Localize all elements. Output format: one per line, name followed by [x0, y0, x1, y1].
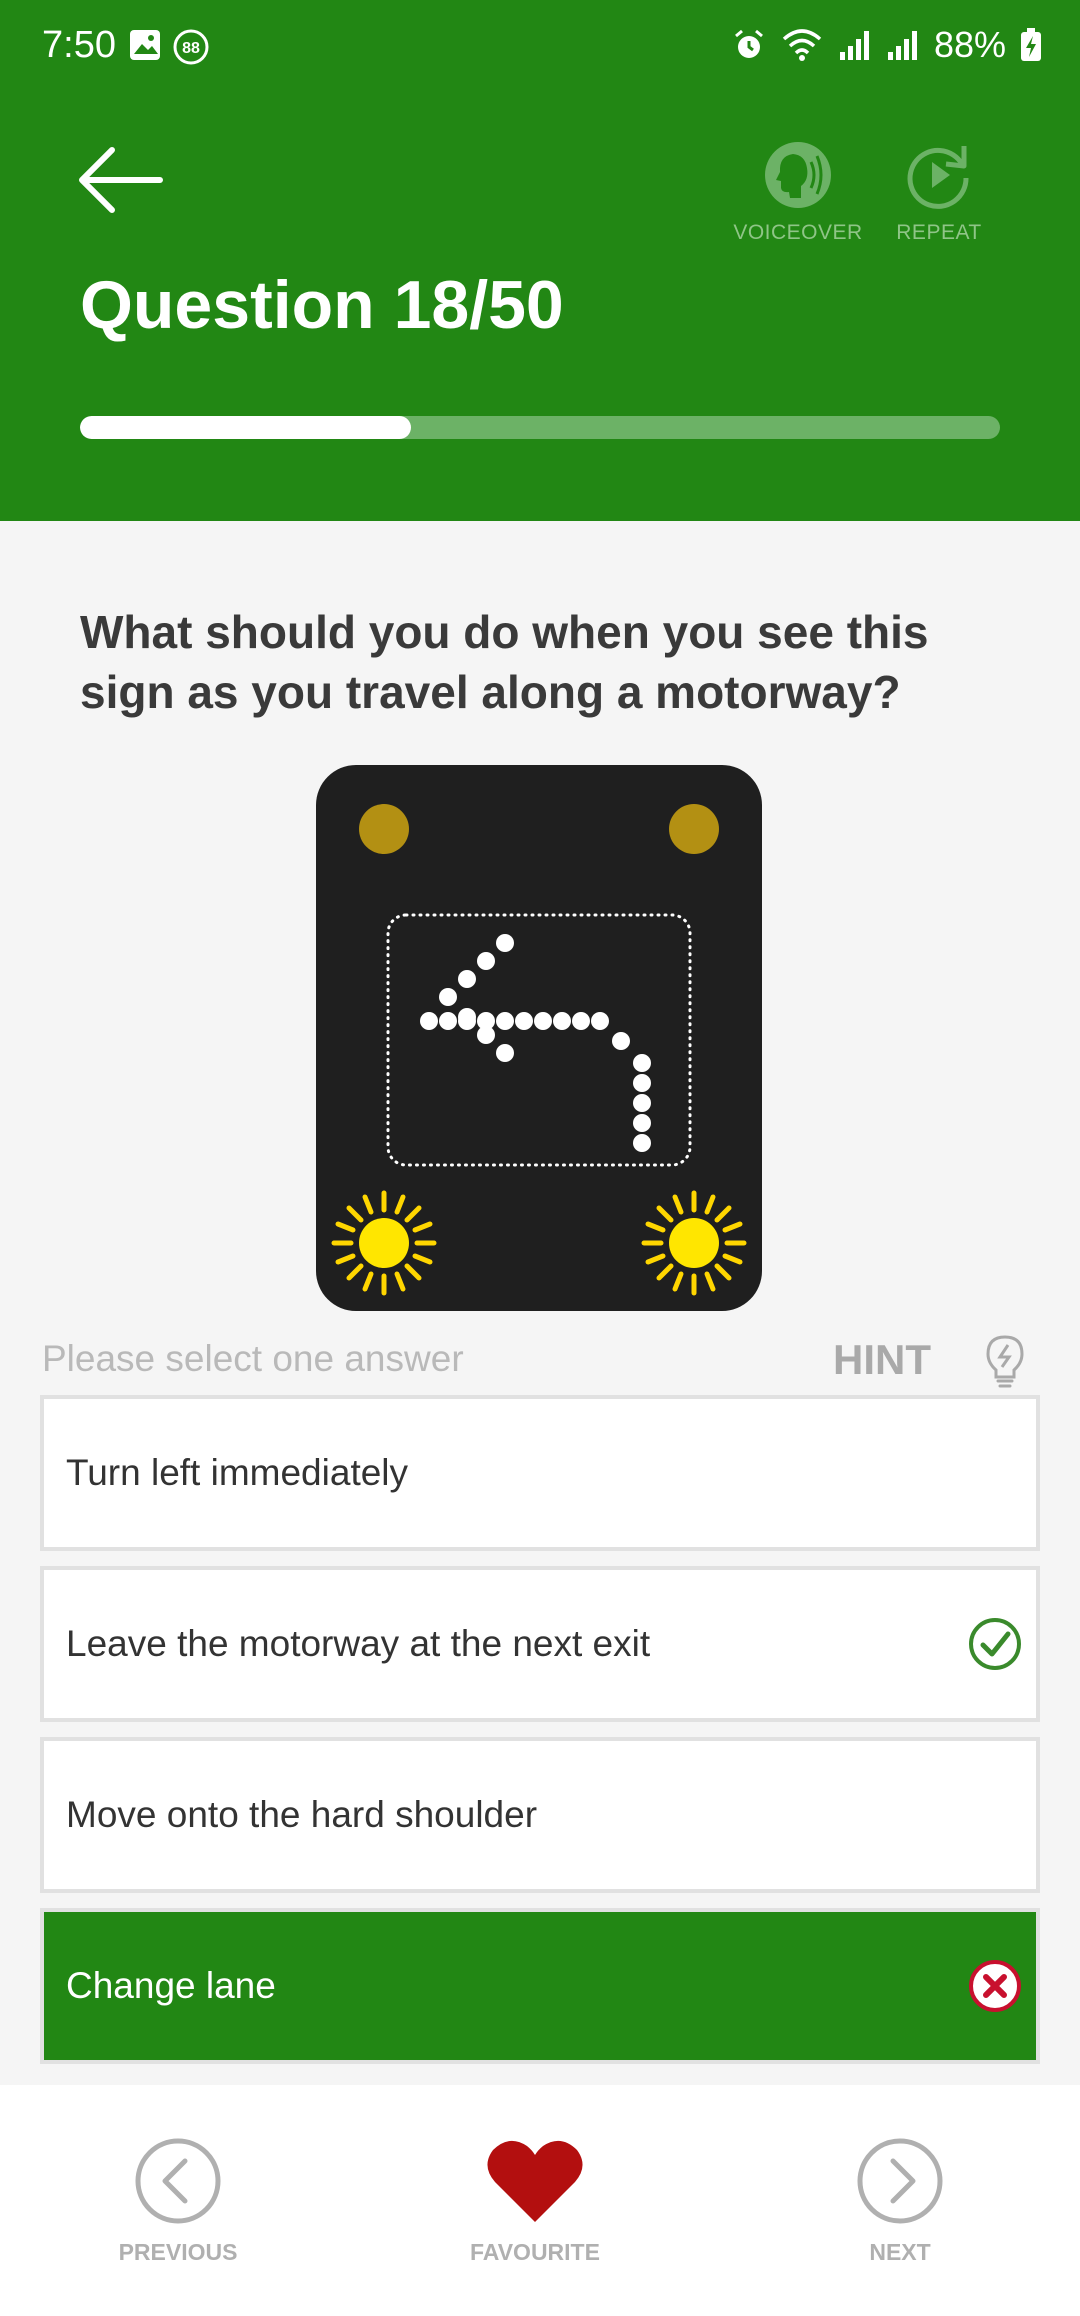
heart-icon [487, 2140, 583, 2222]
next-button[interactable]: NEXT [790, 2136, 1010, 2266]
chevron-right-icon [857, 2138, 943, 2224]
signal-icon-2 [887, 31, 917, 60]
repeat-button[interactable]: REPEAT [874, 140, 1004, 245]
status-icons-left: 88 [128, 28, 210, 66]
answer-label: Turn left immediately [66, 1452, 409, 1493]
favourite-button[interactable]: FAVOURITE [425, 2136, 645, 2266]
previous-label: PREVIOUS [118, 2239, 238, 2265]
previous-button[interactable]: PREVIOUS [68, 2136, 288, 2266]
select-answer-label: Please select one answer [42, 1338, 464, 1379]
answer-option[interactable]: Leave the motorway at the next exit [40, 1566, 1040, 1722]
voiceover-label: VOICEOVER [733, 221, 863, 244]
answer-label: Move onto the hard shoulder [66, 1794, 538, 1835]
answer-label: Change lane [66, 1965, 276, 2006]
repeat-label: REPEAT [896, 221, 982, 244]
repeat-icon [907, 146, 969, 209]
progress-bar [80, 416, 1000, 439]
battery-percent: 88% [933, 24, 1006, 65]
battery-charging-icon [1021, 28, 1041, 61]
voiceover-button[interactable]: VOICEOVER [733, 140, 863, 245]
chevron-left-icon [135, 2138, 221, 2224]
header: 7:50 88 88% VOICEOVER REPEAT Question 18… [0, 0, 1080, 521]
back-button[interactable] [76, 140, 166, 220]
answer-option[interactable]: Turn left immediately [40, 1395, 1040, 1551]
back-arrow-icon [79, 147, 163, 213]
status-time: 7:50 [42, 24, 116, 66]
notification-badge-icon: 88 [173, 29, 209, 65]
signal-icon [839, 31, 869, 60]
gallery-icon [130, 30, 160, 60]
question-text: What should you do when you see this sig… [80, 606, 929, 718]
status-icons-right: 88% [732, 24, 1042, 66]
answer-label: Leave the motorway at the next exit [66, 1623, 651, 1664]
check-icon [969, 1618, 1021, 1670]
answer-option[interactable]: Move onto the hard shoulder [40, 1737, 1040, 1893]
progress-fill [80, 416, 412, 439]
voiceover-icon [765, 142, 831, 208]
alarm-icon [734, 29, 763, 58]
page-title: Question 18/50 [80, 267, 564, 343]
hint-button[interactable]: HINT [833, 1336, 931, 1384]
cross-icon [969, 1960, 1021, 2012]
lightbulb-icon[interactable] [982, 1333, 1028, 1391]
status-bar: 7:50 88 88% [0, 0, 1080, 96]
answer-option-selected[interactable]: Change lane [40, 1908, 1040, 2064]
wifi-icon [782, 29, 822, 61]
next-label: NEXT [869, 2239, 931, 2265]
favourite-label: FAVOURITE [470, 2239, 600, 2265]
svg-text:88: 88 [182, 40, 200, 57]
motorway-sign-image [316, 765, 762, 1311]
